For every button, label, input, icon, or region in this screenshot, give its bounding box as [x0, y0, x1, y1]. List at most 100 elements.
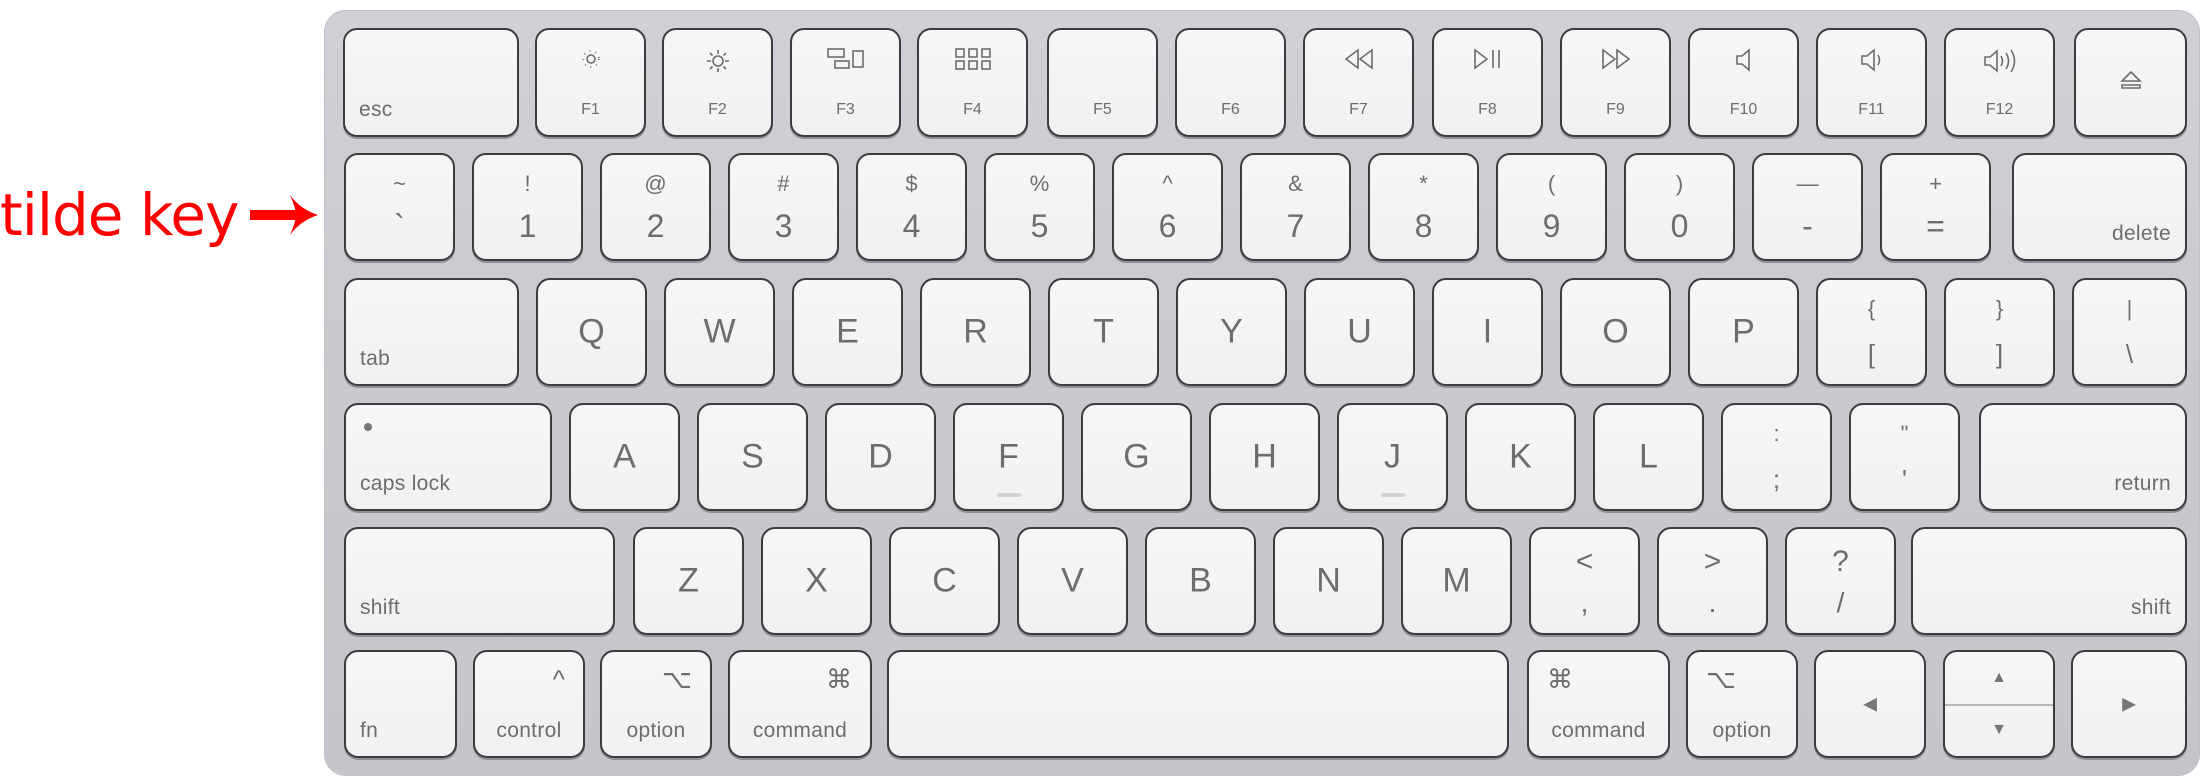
key-f12[interactable]: F12: [1944, 28, 2055, 137]
key-f[interactable]: F: [953, 403, 1064, 511]
key-e[interactable]: E: [792, 278, 903, 386]
key-label: P: [1732, 312, 1755, 351]
right-arrow-icon: [250, 195, 319, 235]
key-p[interactable]: P: [1688, 278, 1799, 386]
eject-icon: [2119, 70, 2142, 89]
key-legend: 5: [1030, 208, 1049, 244]
key-0[interactable]: ) 0: [1624, 153, 1735, 261]
key-legend: =: [1926, 208, 1945, 244]
key-right-command[interactable]: ⌘ command: [1527, 650, 1670, 758]
key-n[interactable]: N: [1273, 527, 1384, 635]
key-eject[interactable]: [2074, 28, 2187, 137]
key-shift-legend: ": [1900, 421, 1909, 446]
key-5[interactable]: % 5: [984, 153, 1095, 261]
key-label: option: [1712, 719, 1772, 742]
key-r[interactable]: R: [920, 278, 1031, 386]
key-f2[interactable]: F2: [662, 28, 773, 137]
key-space[interactable]: [887, 650, 1509, 758]
key-9[interactable]: (9: [1496, 153, 1607, 261]
key-f10[interactable]: F10: [1688, 28, 1799, 137]
key-f8[interactable]: F8: [1432, 28, 1543, 137]
key-slash[interactable]: ? /: [1785, 527, 1896, 635]
key-arrow-right[interactable]: ▶: [2071, 650, 2187, 758]
key-f6[interactable]: F6: [1175, 28, 1286, 137]
key-minus[interactable]: — -: [1752, 153, 1863, 261]
key-f7[interactable]: F7: [1303, 28, 1414, 137]
key-c[interactable]: C: [889, 527, 1000, 635]
key-left-command[interactable]: ⌘ command: [728, 650, 872, 758]
key-f9[interactable]: F9: [1560, 28, 1671, 137]
key-lbracket[interactable]: {[: [1816, 278, 1927, 386]
key-f3[interactable]: F3: [790, 28, 901, 137]
key-backslash[interactable]: | \: [2072, 278, 2187, 386]
key-delete[interactable]: delete: [2012, 153, 2187, 261]
key-comma[interactable]: <,: [1529, 527, 1640, 635]
key-arrow-up[interactable]: ▲: [1945, 652, 2053, 706]
key-7[interactable]: & 7: [1240, 153, 1351, 261]
key-s[interactable]: S: [697, 403, 808, 511]
key-v[interactable]: V: [1017, 527, 1128, 635]
key-legend: `: [394, 208, 405, 244]
key-g[interactable]: G: [1081, 403, 1192, 511]
key-label: N: [1316, 561, 1341, 600]
key-legend: 8: [1414, 208, 1433, 244]
key-1[interactable]: ! 1: [472, 153, 583, 261]
key-right-shift[interactable]: shift: [1911, 527, 2187, 635]
key-esc[interactable]: esc: [343, 28, 519, 137]
key-w[interactable]: W: [664, 278, 775, 386]
key-y[interactable]: Y: [1176, 278, 1287, 386]
home-key-bump: [996, 493, 1021, 497]
arrow-right-icon: ▶: [2122, 693, 2136, 714]
key-k[interactable]: K: [1465, 403, 1576, 511]
key-left-option[interactable]: ⌥ option: [600, 650, 712, 758]
key-period[interactable]: >.: [1657, 527, 1768, 635]
key-x[interactable]: X: [761, 527, 872, 635]
key-arrow-left[interactable]: ◀: [1814, 650, 1926, 758]
key-f1[interactable]: F1: [535, 28, 646, 137]
key-left-control[interactable]: ^ control: [473, 650, 585, 758]
key-right-option[interactable]: ⌥ option: [1686, 650, 1798, 758]
key-3[interactable]: #3: [728, 153, 839, 261]
key-o[interactable]: O: [1560, 278, 1671, 386]
key-arrow-down[interactable]: ▼: [1945, 704, 2053, 756]
key-label: L: [1639, 437, 1658, 476]
key-j[interactable]: J: [1337, 403, 1448, 511]
key-m[interactable]: M: [1401, 527, 1512, 635]
key-label: F6: [1221, 101, 1240, 118]
key-tab[interactable]: tab: [344, 278, 519, 386]
brightness-up-icon: [706, 50, 729, 72]
key-t[interactable]: T: [1048, 278, 1159, 386]
key-label: I: [1482, 312, 1493, 351]
key-return[interactable]: return: [1979, 403, 2187, 511]
key-quote[interactable]: " ': [1849, 403, 1960, 511]
key-fn[interactable]: fn: [344, 650, 457, 758]
key-2[interactable]: @2: [600, 153, 711, 261]
key-label: tab: [360, 347, 391, 370]
key-d[interactable]: D: [825, 403, 936, 511]
key-8[interactable]: * 8: [1368, 153, 1479, 261]
key-legend: \: [2125, 339, 2134, 369]
key-u[interactable]: U: [1304, 278, 1415, 386]
key-semicolon[interactable]: :;: [1721, 403, 1832, 511]
key-left-shift[interactable]: shift: [344, 527, 615, 635]
key-f4[interactable]: F4: [917, 28, 1028, 137]
key-q[interactable]: Q: [536, 278, 647, 386]
key-h[interactable]: H: [1209, 403, 1320, 511]
key-4[interactable]: $4: [856, 153, 967, 261]
key-label: F5: [1093, 101, 1112, 118]
key-tilde[interactable]: ~ `: [344, 153, 455, 261]
key-b[interactable]: B: [1145, 527, 1256, 635]
play-pause-icon: [1473, 48, 1500, 70]
key-a[interactable]: A: [569, 403, 680, 511]
key-f11[interactable]: F11: [1816, 28, 1927, 137]
key-6[interactable]: ^ 6: [1112, 153, 1223, 261]
rewind-icon: [1344, 48, 1373, 70]
key-i[interactable]: I: [1432, 278, 1543, 386]
key-caps-lock[interactable]: caps lock: [344, 403, 552, 511]
key-equals[interactable]: + =: [1880, 153, 1991, 261]
key-f5[interactable]: F5: [1047, 28, 1158, 137]
key-z[interactable]: Z: [633, 527, 744, 635]
key-rbracket[interactable]: }]: [1944, 278, 2055, 386]
key-legend: 9: [1542, 208, 1561, 244]
key-l[interactable]: L: [1593, 403, 1704, 511]
